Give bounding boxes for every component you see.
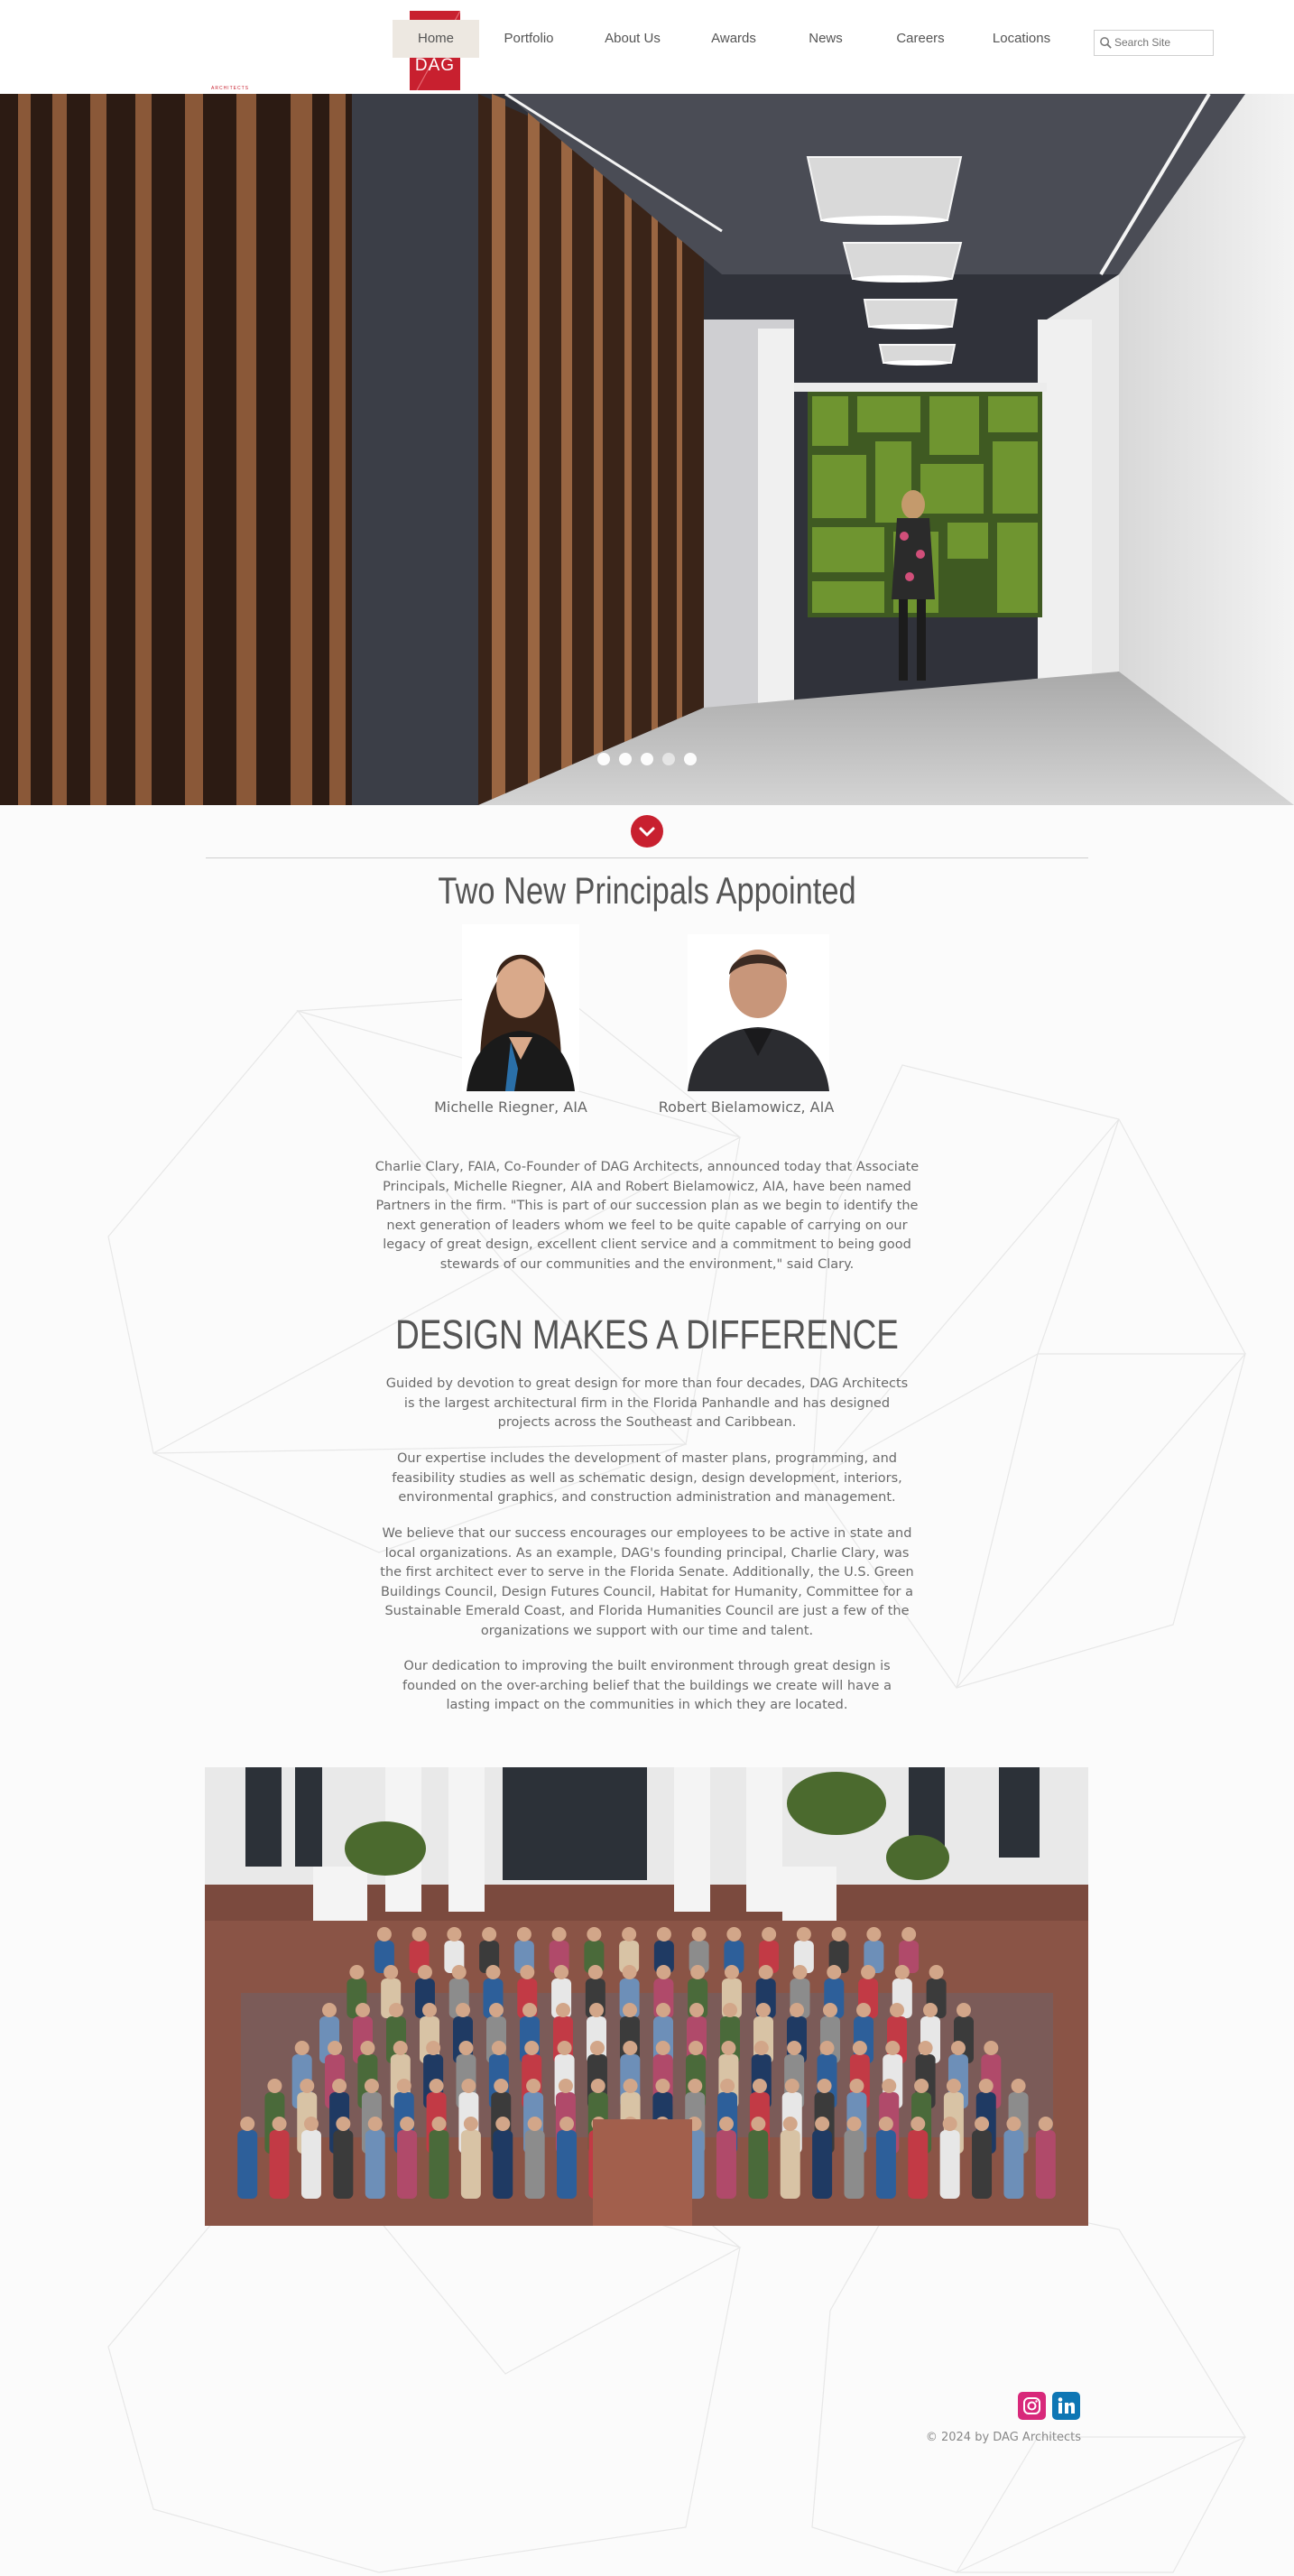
team-group-photo (205, 1767, 1088, 2226)
nav-item-portfolio[interactable]: Portfolio (479, 20, 578, 58)
main-nav: Home Portfolio About Us Awards News Care… (393, 20, 1073, 58)
slide-dot-3[interactable] (641, 753, 653, 765)
slide-dot-2[interactable] (619, 753, 632, 765)
caption-robert-bielamowicz: Robert Bielamowicz, AIA (658, 1098, 835, 1116)
hero-slideshow[interactable] (0, 94, 1294, 805)
dag-logo[interactable]: DAG ARCHITECTS (205, 5, 460, 91)
nav-item-careers[interactable]: Careers (871, 20, 970, 58)
slide-dot-1[interactable] (597, 753, 610, 765)
portrait-robert-bielamowicz (688, 934, 829, 1091)
about-paragraph-2: Our expertise includes the development o… (392, 1451, 902, 1505)
logo-text: DAG (414, 56, 456, 75)
nav-item-awards[interactable]: Awards (687, 20, 781, 58)
slide-indicators (0, 753, 1294, 771)
about-paragraph-3: We believe that our success encourages o… (380, 1526, 914, 1638)
nav-item-locations[interactable]: Locations (970, 20, 1073, 58)
scroll-down-button[interactable] (631, 815, 663, 848)
portrait-michelle-riegner (462, 924, 579, 1091)
about-paragraph-1: Guided by devotion to great design for m… (385, 1376, 909, 1430)
instagram-icon[interactable] (1018, 2392, 1046, 2420)
about-paragraph-4: Our dedication to improving the built en… (402, 1659, 892, 1712)
nav-item-about-us[interactable]: About Us (578, 20, 687, 58)
section-divider (206, 857, 1088, 858)
linkedin-icon[interactable] (1052, 2392, 1080, 2420)
hero-image (0, 94, 1294, 805)
slide-dot-4[interactable] (662, 753, 675, 765)
announcement-body: Charlie Clary, FAIA, Co-Founder of DAG A… (374, 1160, 920, 1272)
design-heading: DESIGN MAKES A DIFFERENCE (395, 1311, 899, 1357)
search-box[interactable] (1094, 30, 1214, 56)
chevron-down-icon (639, 827, 655, 837)
copyright-text: © 2024 by DAG Architects (925, 2431, 1081, 2444)
nav-item-home[interactable]: Home (393, 20, 479, 58)
nav-item-news[interactable]: News (781, 20, 871, 58)
slide-dot-5[interactable] (684, 753, 697, 765)
caption-michelle-riegner: Michelle Riegner, AIA (434, 1098, 587, 1116)
site-header: DAG ARCHITECTS Home Portfolio About Us A… (0, 0, 1294, 94)
logo-subtext: ARCHITECTS (211, 86, 249, 91)
search-icon[interactable] (1099, 36, 1113, 50)
search-input[interactable] (1114, 33, 1208, 51)
principals-heading: Two New Principals Appointed (438, 869, 856, 912)
